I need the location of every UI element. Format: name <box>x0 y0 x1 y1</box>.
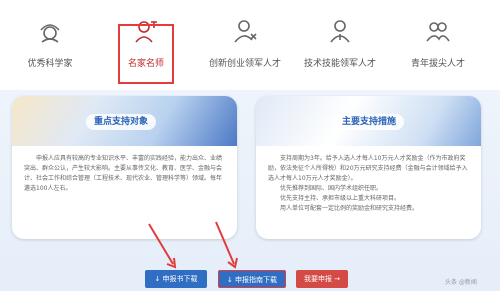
watermark: 头条 @新闻 <box>445 279 477 286</box>
card-title: 重点支持对象 <box>86 114 157 130</box>
tab-skill-leader[interactable]: 技术技能领军人才 <box>304 18 377 84</box>
apply-button[interactable]: 我要申报 → <box>296 270 348 288</box>
download-guide-button[interactable]: ↓ 申报指南下载 <box>218 270 286 288</box>
card-body-text: 申报人应具有较高的专业知识水平、丰富的实践经验，能力出众、业绩突出、群众公认，产… <box>24 155 223 192</box>
support-measures-card: 主要支持措施 支持周期为3年。给予入选人才每人10万元人才奖励金（作为市政府奖励… <box>256 96 481 239</box>
card-title: 主要支持措施 <box>334 114 405 130</box>
tab-label: 青年拔尖人才 <box>410 59 465 69</box>
category-tabs: 优秀科学家 名家名师 创新创业领军人才 技术技能领军人才 青年拔尖人才 <box>0 0 500 90</box>
active-tab-highlight <box>118 24 174 84</box>
download-application-button[interactable]: ↓ 申报书下载 <box>145 270 207 288</box>
card-body: 支持周期为3年。给予入选人才每人10万元人才奖励金（作为市政府奖励，依法免征个人… <box>268 154 469 214</box>
scientist-icon <box>40 24 60 43</box>
innovation-leader-icon <box>234 20 257 43</box>
key-support-card: 重点支持对象 申报人应具有较高的专业知识水平、丰富的实践经验，能力出众、业绩突出… <box>12 96 237 239</box>
tab-label: 优秀科学家 <box>27 59 73 69</box>
tab-innovation-leader[interactable]: 创新创业领军人才 <box>209 18 282 84</box>
tab-label: 技术技能领军人才 <box>304 59 377 69</box>
card-body-line: 优先推荐到国际、国内学术组织任职。 <box>280 185 383 192</box>
annotation-arrow-icon <box>148 223 177 269</box>
tab-outstanding-scientist[interactable]: 优秀科学家 <box>22 18 78 84</box>
annotation-arrow-icon <box>215 221 238 269</box>
card-body-line: 优先支持主持、承担市级以上重大科研项目。 <box>280 195 401 202</box>
youth-talent-icon <box>426 22 450 42</box>
skill-leader-icon <box>330 20 350 43</box>
card-body-line: 用人单位可配套一定比例的奖励金和研究支持经费。 <box>280 205 419 212</box>
card-body-line: 支持周期为3年。给予入选人才每人10万元人才奖励金（作为市政府奖励，依法免征个人… <box>268 155 468 182</box>
tab-youth-talent[interactable]: 青年拔尖人才 <box>408 18 468 84</box>
tab-label: 创新创业领军人才 <box>209 59 282 69</box>
card-body: 申报人应具有较高的专业知识水平、丰富的实践经验，能力出众、业绩突出、群众公认，产… <box>24 154 225 194</box>
